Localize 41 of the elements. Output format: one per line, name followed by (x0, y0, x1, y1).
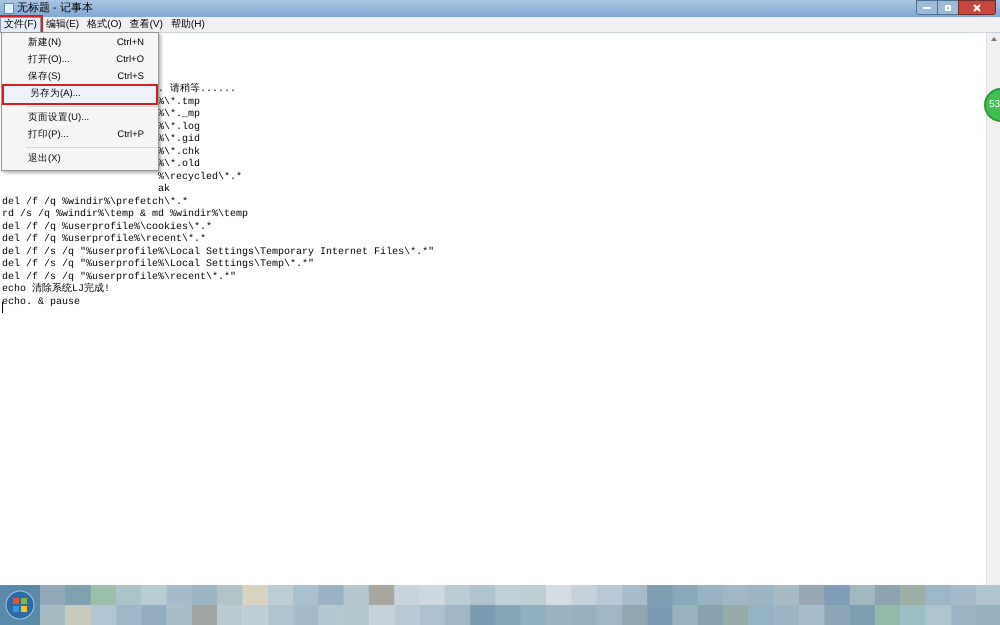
menu-item[interactable]: 页面设置(U)... (2, 110, 158, 127)
scrollbar[interactable] (986, 33, 1000, 585)
start-button[interactable] (0, 585, 40, 625)
menu-bar-item[interactable]: 帮助(H) (168, 16, 208, 32)
menu-item[interactable]: 新建(N) Ctrl+N (2, 35, 158, 52)
code-line: del /f /s /q "%userprofile%\Local Settings\Temp\*.*" (2, 259, 314, 270)
code-line: rd /s /q %windir%\temp & md %windir%\temp (2, 209, 248, 220)
code-line: %\*.old (158, 159, 200, 170)
code-line: del /f /s /q "%userprofile%\Local Settings\Temporary Internet Files\*.*" (2, 246, 434, 258)
code-line: del /f /q %userprofile%\recent\*.* (2, 234, 206, 245)
menu-bar-item[interactable]: 查看(V) (126, 16, 166, 32)
menu-item[interactable]: 打开(O)... Ctrl+O (2, 52, 158, 69)
restore-button[interactable] (938, 0, 958, 15)
menu-item[interactable]: 打印(P)... Ctrl+P (2, 127, 158, 144)
window-title: 无标题 - 记事本 (17, 3, 93, 14)
code-line: echo 清除系统LJ完成! (2, 284, 110, 295)
text-cursor (2, 302, 3, 313)
menu-bar-item[interactable]: 文件(F) (0, 16, 41, 32)
code-line: %\recycled\*.* (158, 172, 242, 182)
code-line: del /f /q %windir%\prefetch\*.* (2, 196, 188, 208)
notepad-icon (4, 3, 14, 14)
code-line: echo. & pause (2, 296, 80, 308)
code-line: %\*.chk (158, 146, 200, 158)
minimize-button[interactable] (916, 0, 938, 15)
menu-item[interactable]: 保存(S) Ctrl+S (2, 69, 158, 86)
code-line: %\*.tmp (158, 96, 200, 108)
close-button[interactable] (958, 0, 996, 15)
menu-item[interactable]: 退出(X) (2, 151, 158, 168)
code-line: del /f /s /q "%userprofile%\recent\*.*" (2, 272, 236, 282)
code-line: ak (158, 184, 170, 195)
windows-logo-icon (5, 590, 35, 620)
menu-bar-item[interactable]: 编辑(E) (42, 16, 82, 32)
code-line: %\*.gid (158, 134, 200, 145)
scroll-up-icon (990, 37, 996, 41)
menu-bar-item[interactable]: 格式(O) (84, 16, 125, 32)
code-line: %\*._mp (158, 109, 200, 120)
menu-item[interactable]: 另存为(A)... (4, 86, 156, 103)
code-line: %\*.log (158, 122, 200, 132)
close-icon (973, 4, 981, 12)
code-line: del /f /q %userprofile%\cookies\*.* (2, 222, 212, 232)
code-line: . 请稍等...... (158, 84, 236, 95)
